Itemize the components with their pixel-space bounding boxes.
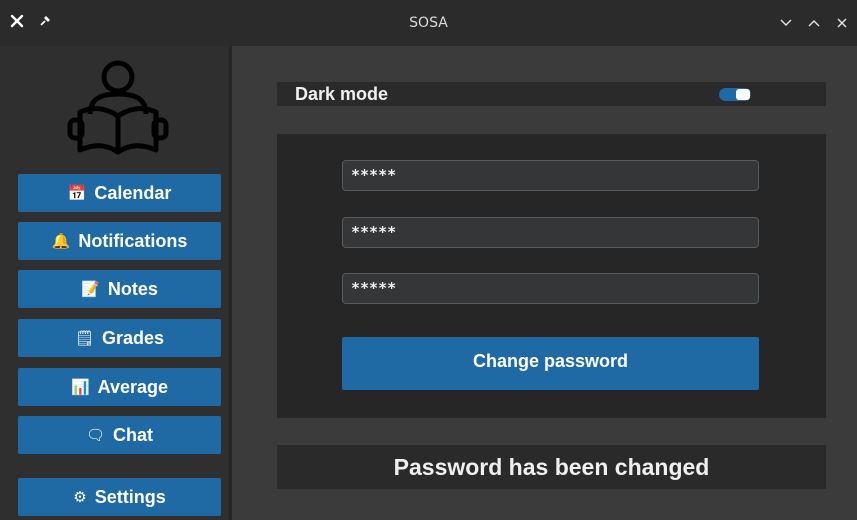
- window-title: SOSA: [409, 15, 448, 31]
- password-panel: ***** ***** ***** Change password: [277, 134, 826, 418]
- sidebar-item-label: Notifications: [78, 230, 188, 251]
- sidebar-item-average[interactable]: 📊 Average: [18, 368, 221, 406]
- change-password-button[interactable]: Change password: [342, 337, 759, 390]
- sidebar: 📅 Calendar 🔔 Notifications 📝 Notes 🗒 Gra…: [0, 46, 232, 520]
- chevron-down-icon[interactable]: [777, 14, 795, 32]
- bar-chart-icon: 📊: [70, 379, 90, 396]
- notepad-icon: 🗒: [74, 330, 94, 347]
- speech-bubble-icon: 🗨: [85, 427, 106, 444]
- memo-icon: 📝: [81, 281, 100, 298]
- sidebar-item-label: Chat: [113, 424, 154, 445]
- sidebar-item-notes[interactable]: 📝 Notes: [18, 270, 221, 308]
- sidebar-item-label: Calendar: [94, 182, 172, 203]
- close-window-icon[interactable]: [833, 14, 851, 32]
- sidebar-item-grades[interactable]: 🗒 Grades: [18, 319, 221, 357]
- sidebar-item-calendar[interactable]: 📅 Calendar: [18, 174, 221, 212]
- sidebar-item-chat[interactable]: 🗨 Chat: [18, 416, 221, 454]
- toggle-knob: [736, 89, 750, 100]
- current-password-field[interactable]: *****: [342, 160, 759, 191]
- new-password-field[interactable]: *****: [342, 217, 759, 248]
- sidebar-item-label: Average: [97, 376, 169, 397]
- sidebar-item-label: Grades: [102, 327, 165, 348]
- sidebar-item-label: Notes: [107, 278, 158, 299]
- sidebar-item-settings[interactable]: ⚙ Settings: [18, 478, 221, 516]
- sidebar-item-label: Settings: [94, 486, 166, 507]
- dark-mode-label: Dark mode: [295, 84, 389, 104]
- person-reading-book-icon: [66, 58, 170, 158]
- dark-mode-toggle[interactable]: [719, 88, 751, 101]
- sidebar-item-notifications[interactable]: 🔔 Notifications: [18, 222, 221, 260]
- confirm-password-field[interactable]: *****: [342, 273, 759, 304]
- settings-main: Dark mode ***** ***** ***** Change passw…: [235, 46, 857, 520]
- status-message: Password has been changed: [277, 445, 826, 489]
- dark-mode-row: Dark mode: [277, 82, 826, 106]
- chevron-up-icon[interactable]: [805, 14, 823, 32]
- title-bar: SOSA: [0, 0, 857, 46]
- gear-icon: ⚙: [73, 489, 87, 506]
- title-bar-right-controls: [777, 14, 851, 32]
- calendar-icon: 📅: [67, 185, 87, 202]
- bell-icon: 🔔: [51, 233, 71, 250]
